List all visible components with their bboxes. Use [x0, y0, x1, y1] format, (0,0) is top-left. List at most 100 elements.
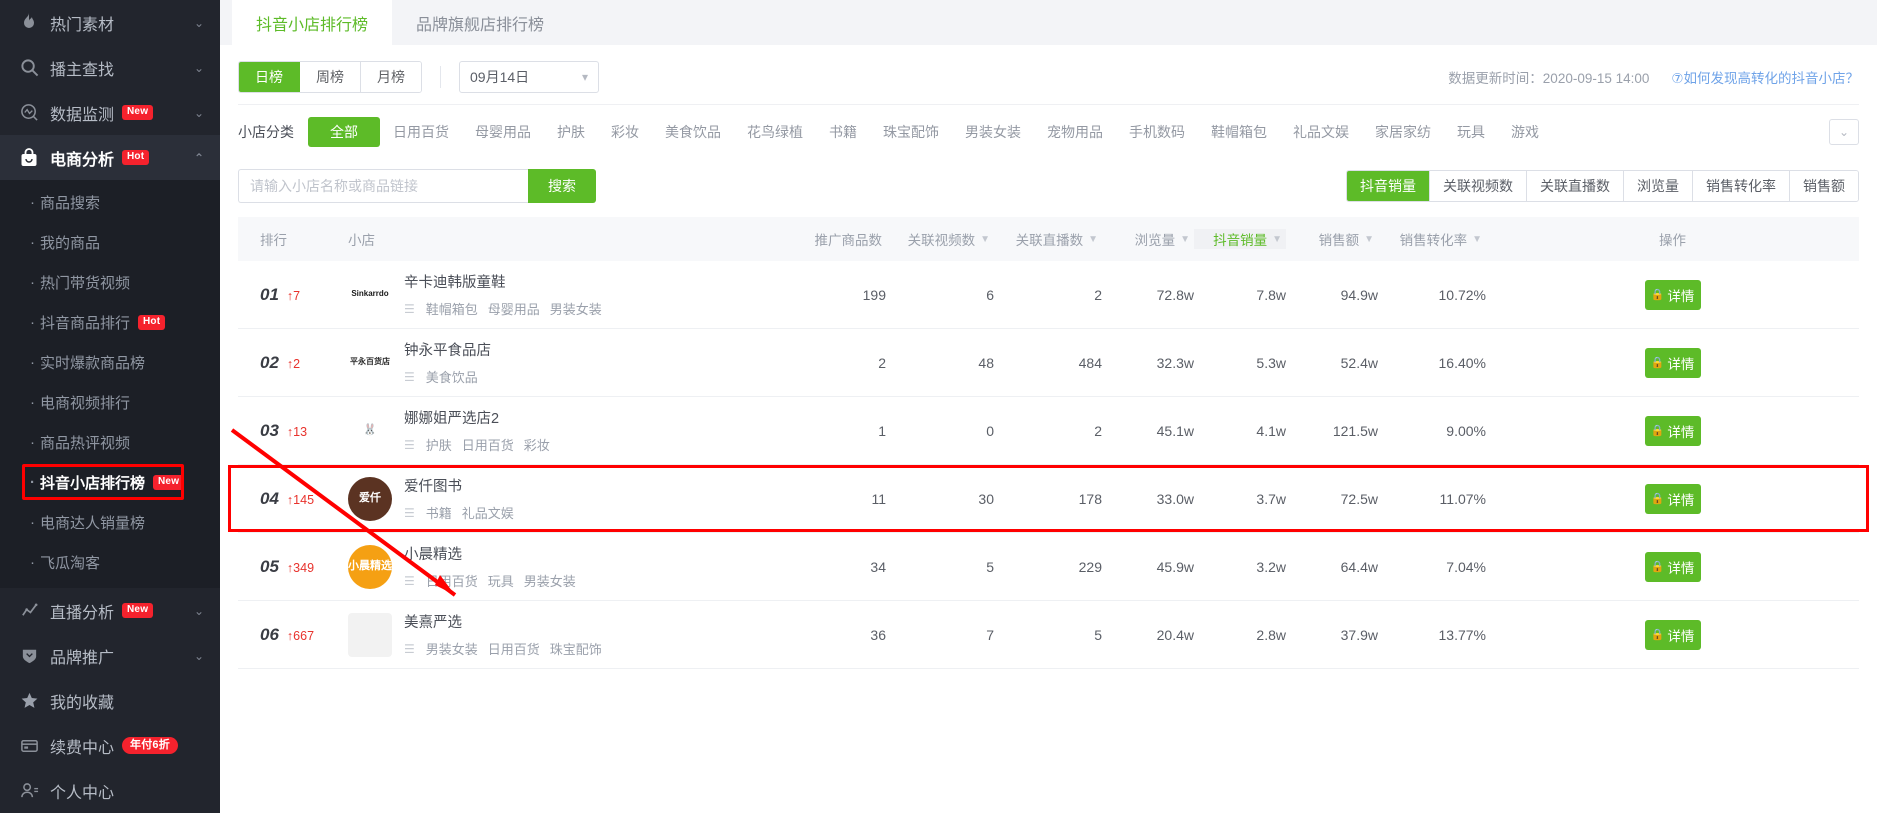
category-option-6[interactable]: 花鸟绿植: [734, 118, 816, 146]
table-row[interactable]: 05 ↑349 小晨精选 小晨精选 ☰ 日用百货 玩具 男装女装 34 5 229 45.9w 3.2w…: [238, 533, 1859, 601]
shop-logo[interactable]: 小晨精选: [348, 544, 392, 589]
shop-tag[interactable]: 日用百货: [488, 639, 540, 658]
detail-button[interactable]: 🔒 详情: [1644, 551, 1701, 582]
category-option-12[interactable]: 鞋帽箱包: [1198, 118, 1280, 146]
shop-logo[interactable]: 🐰: [348, 408, 392, 453]
header-sales-volume[interactable]: 抖音销量 ▼: [1194, 229, 1286, 249]
search-button[interactable]: 搜索: [528, 169, 596, 203]
chevron-down-icon[interactable]: ⌄: [194, 62, 204, 74]
sort-option-2[interactable]: 关联直播数: [1527, 171, 1624, 201]
shop-name[interactable]: 娜娜姐严选店2: [404, 407, 550, 428]
shop-tag[interactable]: 玩具: [488, 571, 514, 590]
sort-option-1[interactable]: 关联视频数: [1430, 171, 1527, 201]
detail-button[interactable]: 🔒 详情: [1644, 279, 1701, 310]
sidebar-item-tail-0[interactable]: 直播分析 New ⌄: [0, 588, 220, 633]
detail-button[interactable]: 🔒 详情: [1644, 415, 1701, 446]
header-video-count[interactable]: 关联视频数 ▼: [886, 229, 994, 249]
category-option-0[interactable]: 全部: [308, 117, 380, 147]
tab-1[interactable]: 品牌旗舰店排行榜: [392, 0, 568, 45]
category-option-10[interactable]: 宠物用品: [1034, 118, 1116, 146]
sidebar-item-tail-4[interactable]: 个人中心: [0, 768, 220, 813]
category-option-14[interactable]: 家居家纺: [1362, 118, 1444, 146]
sidebar-item-tail-1[interactable]: 品牌推广 ⌄: [0, 633, 220, 678]
shop-tag[interactable]: 日用百货: [462, 435, 514, 454]
table-row[interactable]: 01 ↑7 Sinkarrdo 辛卡迪韩版童鞋 ☰ 鞋帽箱包 母婴用品 男装女装 199 6 2 72…: [238, 261, 1859, 329]
shop-tag[interactable]: 男装女装: [426, 639, 478, 658]
sidebar-item-group-3[interactable]: 电商分析 Hot ⌃: [0, 135, 220, 180]
category-option-1[interactable]: 日用百货: [380, 118, 462, 146]
category-option-13[interactable]: 礼品文娱: [1280, 118, 1362, 146]
detail-button[interactable]: 🔒 详情: [1644, 483, 1701, 514]
category-option-3[interactable]: 护肤: [544, 118, 598, 146]
sidebar-subitem-6[interactable]: · 商品热评视频: [0, 422, 220, 462]
detail-button[interactable]: 🔒 详情: [1644, 619, 1701, 650]
category-option-11[interactable]: 手机数码: [1116, 118, 1198, 146]
shop-name[interactable]: 辛卡迪韩版童鞋: [404, 271, 602, 292]
category-option-4[interactable]: 彩妆: [598, 118, 652, 146]
category-option-16[interactable]: 游戏: [1498, 118, 1552, 146]
sidebar-subitem-1[interactable]: · 我的商品: [0, 222, 220, 262]
category-option-5[interactable]: 美食饮品: [652, 118, 734, 146]
category-option-8[interactable]: 珠宝配饰: [870, 118, 952, 146]
shop-name[interactable]: 爱仟图书: [404, 475, 514, 496]
shop-name[interactable]: 小晨精选: [404, 543, 576, 564]
shop-logo[interactable]: [348, 612, 392, 657]
sidebar-subitem-0[interactable]: · 商品搜索: [0, 182, 220, 222]
category-option-7[interactable]: 书籍: [816, 118, 870, 146]
chevron-up-icon[interactable]: ⌃: [194, 152, 204, 164]
sidebar-subitem-4[interactable]: · 实时爆款商品榜: [0, 342, 220, 382]
shop-tag[interactable]: 礼品文娱: [462, 503, 514, 522]
category-option-9[interactable]: 男装女装: [952, 118, 1034, 146]
sidebar-item-group-2[interactable]: 数据监测 New ⌄: [0, 90, 220, 135]
period-option-2[interactable]: 月榜: [361, 61, 421, 92]
tab-0[interactable]: 抖音小店排行榜: [232, 0, 393, 45]
sort-option-4[interactable]: 销售转化率: [1693, 171, 1790, 201]
table-row[interactable]: 02 ↑2 平永百货店 钟永平食品店 ☰ 美食饮品 2 48 484 32.3w 5.3w 52.4w…: [238, 329, 1859, 397]
shop-tag[interactable]: 护肤: [426, 435, 452, 454]
period-option-1[interactable]: 周榜: [300, 61, 361, 92]
sidebar-item-group-0[interactable]: 热门素材 ⌄: [0, 0, 220, 45]
chevron-down-icon[interactable]: ⌄: [194, 17, 204, 29]
sort-button-group[interactable]: 抖音销量 关联视频数 关联直播数 浏览量 销售转化率 销售额: [1346, 170, 1859, 202]
category-option-15[interactable]: 玩具: [1444, 118, 1498, 146]
sidebar-subitem-2[interactable]: · 热门带货视频: [0, 262, 220, 302]
shop-tag[interactable]: 彩妆: [524, 435, 550, 454]
chevron-down-icon[interactable]: ⌄: [194, 650, 204, 662]
date-picker[interactable]: 09月14日 ▾: [459, 60, 599, 93]
table-row[interactable]: 04 ↑145 爱仟 爱仟图书 ☰ 书籍 礼品文娱 11 30 178 33.0w 3.7w 72.5w…: [228, 465, 1869, 533]
shop-name[interactable]: 钟永平食品店: [404, 339, 491, 360]
header-live-count[interactable]: 关联直播数 ▼: [994, 229, 1102, 249]
sidebar-subitem-7[interactable]: · 抖音小店排行榜 New: [0, 462, 220, 502]
sidebar-item-group-1[interactable]: 播主查找 ⌄: [0, 45, 220, 90]
sort-option-5[interactable]: 销售额: [1790, 171, 1858, 201]
header-views[interactable]: 浏览量 ▼: [1102, 229, 1194, 249]
table-row[interactable]: 06 ↑667 美熹严选 ☰ 男装女装 日用百货 珠宝配饰 36 7 5 20.4w 2.8w 37.9…: [238, 601, 1859, 669]
shop-tag[interactable]: 男装女装: [550, 299, 602, 318]
header-conversion[interactable]: 销售转化率 ▼: [1378, 229, 1486, 249]
sidebar-subitem-3[interactable]: · 抖音商品排行 Hot: [0, 302, 220, 342]
shop-name[interactable]: 美熹严选: [404, 611, 602, 632]
sort-option-0[interactable]: 抖音销量: [1347, 171, 1430, 201]
shop-logo[interactable]: 爱仟: [348, 476, 392, 521]
period-segmented-control[interactable]: 日榜 周榜 月榜: [238, 60, 422, 93]
shop-logo[interactable]: Sinkarrdo: [348, 272, 392, 317]
shop-tag[interactable]: 珠宝配饰: [550, 639, 602, 658]
shop-tag[interactable]: 男装女装: [524, 571, 576, 590]
sidebar-item-tail-3[interactable]: 续费中心 年付6折: [0, 723, 220, 768]
category-option-2[interactable]: 母婴用品: [462, 118, 544, 146]
chevron-down-icon[interactable]: ⌄: [194, 605, 204, 617]
header-sales-amount[interactable]: 销售额 ▼: [1286, 229, 1378, 249]
category-expand-button[interactable]: ⌄: [1829, 119, 1859, 145]
sidebar-subitem-5[interactable]: · 电商视频排行: [0, 382, 220, 422]
sidebar-subitem-9[interactable]: · 飞瓜淘客: [0, 542, 220, 582]
shop-tag[interactable]: 书籍: [426, 503, 452, 522]
chevron-down-icon[interactable]: ⌄: [194, 107, 204, 119]
shop-logo[interactable]: 平永百货店: [348, 340, 392, 385]
table-row[interactable]: 03 ↑13 🐰 娜娜姐严选店2 ☰ 护肤 日用百货 彩妆 1 0 2 45.1w 4.1w 121.5w…: [238, 397, 1859, 465]
shop-tag[interactable]: 美食饮品: [426, 367, 478, 386]
search-input[interactable]: [238, 169, 528, 203]
shop-tag[interactable]: 鞋帽箱包: [426, 299, 478, 318]
sort-option-3[interactable]: 浏览量: [1624, 171, 1693, 201]
header-promo-count[interactable]: 推广商品数: [778, 229, 886, 249]
shop-tag[interactable]: 母婴用品: [488, 299, 540, 318]
